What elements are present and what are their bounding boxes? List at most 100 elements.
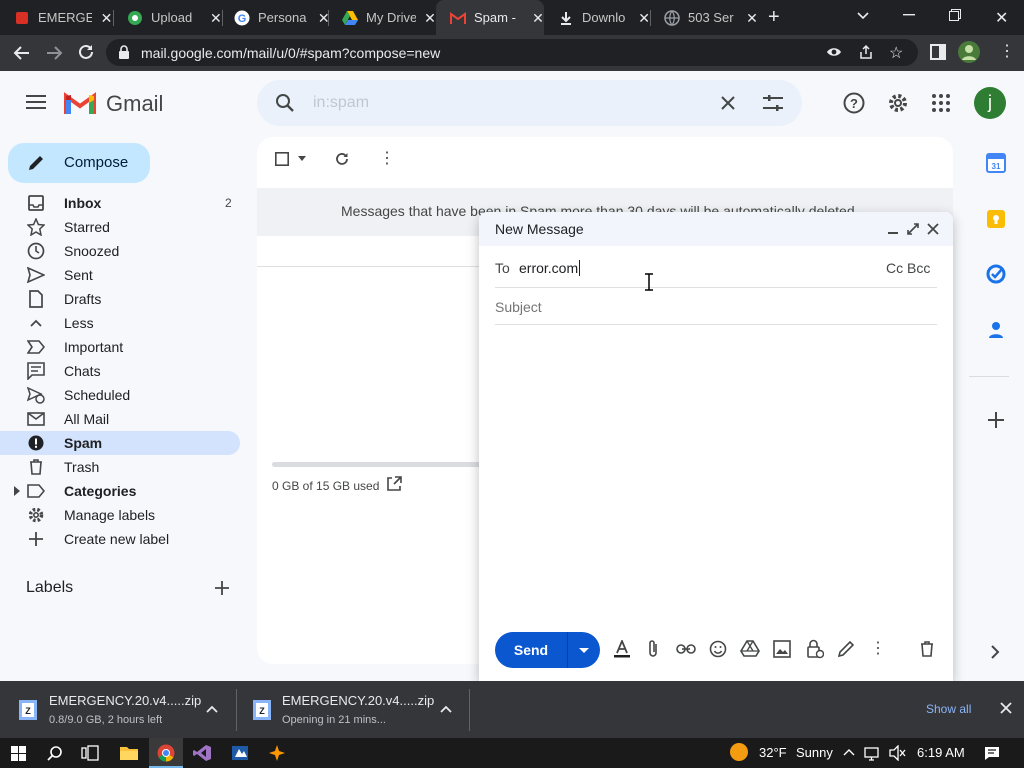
search-bar[interactable]: in:spam bbox=[257, 80, 802, 126]
sidebar-item-label: Important bbox=[64, 339, 124, 355]
download-options-chevron-icon[interactable] bbox=[440, 705, 452, 713]
tab-search-chevron-icon[interactable] bbox=[856, 8, 870, 22]
insert-photo-icon[interactable] bbox=[771, 638, 793, 660]
bookmark-star-icon[interactable]: ☆ bbox=[889, 43, 903, 63]
notifications-icon[interactable] bbox=[984, 746, 1000, 761]
formatting-options-icon[interactable] bbox=[611, 638, 633, 660]
download-options-chevron-icon[interactable] bbox=[206, 705, 218, 713]
message-body[interactable] bbox=[495, 325, 937, 625]
close-window-icon[interactable]: ✕ bbox=[995, 8, 1008, 28]
insert-link-icon[interactable] bbox=[675, 638, 697, 660]
expand-arrow-icon[interactable] bbox=[14, 486, 20, 496]
browser-tab-5-active[interactable]: Spam - ✕ bbox=[436, 0, 544, 35]
to-input[interactable]: error.com bbox=[519, 260, 581, 276]
lock-icon[interactable] bbox=[118, 45, 130, 59]
clock-time-text[interactable]: 6:19 AM bbox=[917, 745, 965, 760]
search-input[interactable]: in:spam bbox=[313, 94, 369, 112]
app-window-icon[interactable] bbox=[231, 745, 249, 761]
contacts-icon[interactable] bbox=[987, 320, 1005, 338]
schedule-send-dropdown[interactable] bbox=[568, 632, 600, 668]
main-menu-icon[interactable] bbox=[26, 94, 46, 110]
fullscreen-compose-icon[interactable] bbox=[907, 223, 919, 235]
file-explorer-icon[interactable] bbox=[119, 745, 139, 761]
tab-close-icon[interactable]: ✕ bbox=[638, 11, 650, 25]
select-dropdown-icon[interactable] bbox=[298, 156, 306, 161]
tab-close-icon[interactable]: ✕ bbox=[424, 11, 436, 25]
minimize-window-icon[interactable] bbox=[903, 14, 915, 16]
add-label-plus-icon[interactable] bbox=[215, 581, 229, 595]
get-addons-plus-icon[interactable] bbox=[988, 412, 1004, 428]
tab-close-icon[interactable]: ✕ bbox=[532, 11, 544, 25]
compose-button[interactable]: Compose bbox=[8, 143, 150, 183]
insert-signature-icon[interactable] bbox=[835, 638, 857, 660]
minimize-compose-icon[interactable] bbox=[888, 224, 898, 234]
volume-muted-icon[interactable] bbox=[889, 745, 907, 761]
subject-input[interactable]: Subject bbox=[495, 299, 542, 315]
apps-grid-icon[interactable] bbox=[932, 94, 950, 112]
browser-tab-6[interactable]: Downlo ✕ bbox=[544, 0, 650, 35]
tasks-icon[interactable] bbox=[986, 264, 1006, 284]
show-hidden-icons-chevron-icon[interactable] bbox=[843, 748, 855, 756]
confidential-mode-icon[interactable] bbox=[804, 638, 826, 660]
refresh-icon[interactable] bbox=[334, 151, 350, 167]
download-item-2[interactable]: Z EMERGENCY.20.v4.....zip Opening in 21 … bbox=[238, 681, 468, 738]
browser-tab-1[interactable]: EMERGE ✕ bbox=[0, 0, 113, 35]
subject-row[interactable]: Subject bbox=[495, 288, 937, 325]
share-icon[interactable] bbox=[858, 44, 874, 60]
settings-gear-icon[interactable] bbox=[887, 92, 909, 114]
browser-tab-3[interactable]: G Persona ✕ bbox=[220, 0, 330, 35]
reload-icon[interactable] bbox=[77, 43, 95, 61]
new-tab-plus-icon[interactable]: + bbox=[768, 7, 780, 27]
send-button[interactable]: Send bbox=[495, 632, 567, 668]
sparkle-app-icon[interactable] bbox=[268, 745, 286, 761]
forward-arrow-icon[interactable] bbox=[45, 44, 63, 62]
close-downloads-bar-icon[interactable] bbox=[1000, 702, 1012, 714]
help-icon[interactable]: ? bbox=[843, 92, 865, 114]
show-side-panel-chevron-icon[interactable] bbox=[990, 645, 1000, 659]
more-options-icon[interactable]: ⋮ bbox=[379, 151, 395, 167]
browser-profile-avatar[interactable] bbox=[958, 41, 980, 63]
back-arrow-icon[interactable] bbox=[13, 44, 31, 62]
compose-header[interactable]: New Message bbox=[479, 212, 953, 246]
globe-icon bbox=[664, 9, 680, 26]
gmail-logo-icon[interactable] bbox=[64, 90, 96, 114]
tab-close-icon[interactable]: ✕ bbox=[746, 11, 758, 25]
side-panel-icon[interactable] bbox=[930, 44, 946, 60]
calendar-icon[interactable]: 31 bbox=[986, 153, 1006, 173]
browser-tab-2[interactable]: Upload ✕ bbox=[113, 0, 222, 35]
open-in-new-icon[interactable] bbox=[386, 476, 402, 492]
windows-start-icon[interactable] bbox=[11, 746, 26, 761]
visual-studio-icon[interactable] bbox=[193, 745, 211, 761]
browser-menu-icon[interactable]: ⋮ bbox=[999, 44, 1015, 60]
select-all-checkbox[interactable] bbox=[275, 152, 289, 166]
restore-window-icon[interactable] bbox=[949, 9, 961, 21]
browser-tab-4[interactable]: My Drive ✕ bbox=[328, 0, 436, 35]
insert-emoji-icon[interactable] bbox=[707, 638, 729, 660]
recipients-row[interactable]: To error.com Cc Bcc bbox=[495, 246, 937, 288]
sidebar-item-inbox[interactable]: Inbox 2 bbox=[0, 191, 240, 215]
task-view-icon[interactable] bbox=[81, 745, 99, 761]
keep-notes-icon[interactable] bbox=[986, 209, 1006, 229]
gmail-logo-text[interactable]: Gmail bbox=[106, 91, 163, 117]
browser-tab-7[interactable]: 503 Ser ✕ bbox=[650, 0, 758, 35]
close-compose-icon[interactable] bbox=[927, 223, 939, 235]
cc-bcc-link[interactable]: Cc Bcc bbox=[886, 260, 930, 276]
discard-draft-trash-icon[interactable] bbox=[916, 638, 938, 660]
search-icon[interactable] bbox=[275, 93, 295, 113]
show-all-downloads-link[interactable]: Show all bbox=[926, 702, 971, 716]
sidebar-item-label: Trash bbox=[64, 459, 100, 475]
insert-drive-icon[interactable] bbox=[739, 638, 761, 660]
search-options-icon[interactable] bbox=[763, 94, 783, 112]
eye-view-icon[interactable] bbox=[826, 45, 842, 59]
clear-search-icon[interactable] bbox=[720, 95, 736, 111]
tab-close-icon[interactable]: ✕ bbox=[100, 11, 113, 25]
chrome-taskbar-button[interactable] bbox=[149, 738, 183, 768]
sidebar-item-spam[interactable]: Spam bbox=[0, 431, 240, 455]
more-compose-options-icon[interactable]: ⋮ bbox=[867, 638, 889, 660]
network-icon[interactable] bbox=[864, 745, 882, 761]
account-avatar[interactable]: j bbox=[974, 87, 1006, 119]
taskbar-search-icon[interactable] bbox=[47, 745, 63, 761]
attach-file-icon[interactable] bbox=[642, 638, 664, 660]
address-bar[interactable]: mail.google.com/mail/u/0/#spam?compose=n… bbox=[106, 39, 918, 66]
download-item-1[interactable]: Z EMERGENCY.20.v4.....zip 0.8/9.0 GB, 2 … bbox=[0, 681, 234, 738]
